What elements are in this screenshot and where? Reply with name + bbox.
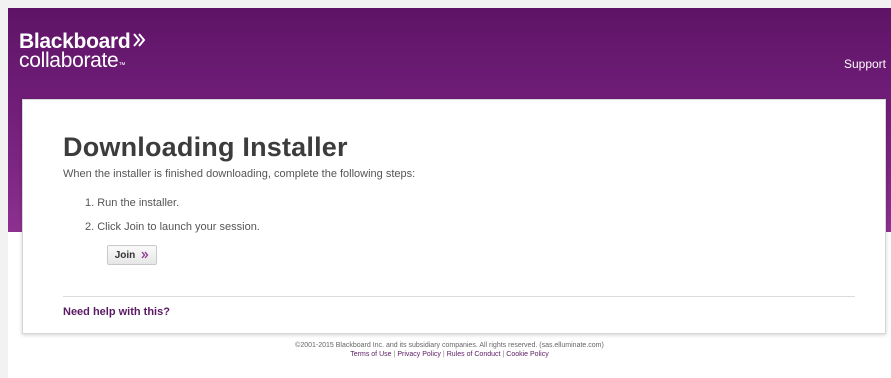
- logo-text-collaborate: collaborate: [19, 49, 119, 72]
- page: Blackboard collaborate™ Support Download…: [8, 8, 891, 378]
- step-run-installer: 1. Run the installer.: [85, 197, 180, 209]
- need-help-link[interactable]: Need help with this?: [63, 306, 170, 318]
- page-title: Downloading Installer: [63, 132, 348, 162]
- footer-separator: |: [502, 351, 505, 358]
- join-button[interactable]: Join: [107, 245, 157, 265]
- footer-links: Terms of Use | Privacy Policy | Rules of Con…: [8, 350, 891, 359]
- terms-of-use-link[interactable]: Terms of Use: [350, 351, 391, 358]
- rules-of-conduct-link[interactable]: Rules of Conduct: [447, 351, 501, 358]
- card-divider: [63, 296, 855, 297]
- privacy-policy-link[interactable]: Privacy Policy: [397, 351, 441, 358]
- trademark-symbol: ™: [118, 62, 126, 69]
- steps-list: 1. Run the installer. 2. Click Join to l…: [85, 196, 260, 244]
- logo-wordmark-bottom: collaborate™: [19, 50, 146, 71]
- double-chevron-right-icon: [141, 251, 149, 259]
- installer-card: Downloading Installer When the installer…: [22, 99, 886, 334]
- cookie-policy-link[interactable]: Cookie Policy: [506, 351, 548, 358]
- step-click-join: 2. Click Join to launch your session.: [85, 221, 260, 233]
- join-button-label: Join: [114, 249, 136, 261]
- footer-separator: |: [442, 351, 445, 358]
- blackboard-collaborate-logo: Blackboard collaborate™: [19, 31, 146, 71]
- support-link[interactable]: Support: [844, 57, 886, 71]
- double-chevron-right-icon: [132, 31, 146, 52]
- footer: ©2001-2015 Blackboard Inc. and its subsi…: [8, 341, 891, 359]
- copyright-text: ©2001-2015 Blackboard Inc. and its subsi…: [295, 342, 604, 349]
- footer-separator: |: [393, 351, 396, 358]
- instructions-intro: When the installer is finished downloadi…: [63, 168, 416, 180]
